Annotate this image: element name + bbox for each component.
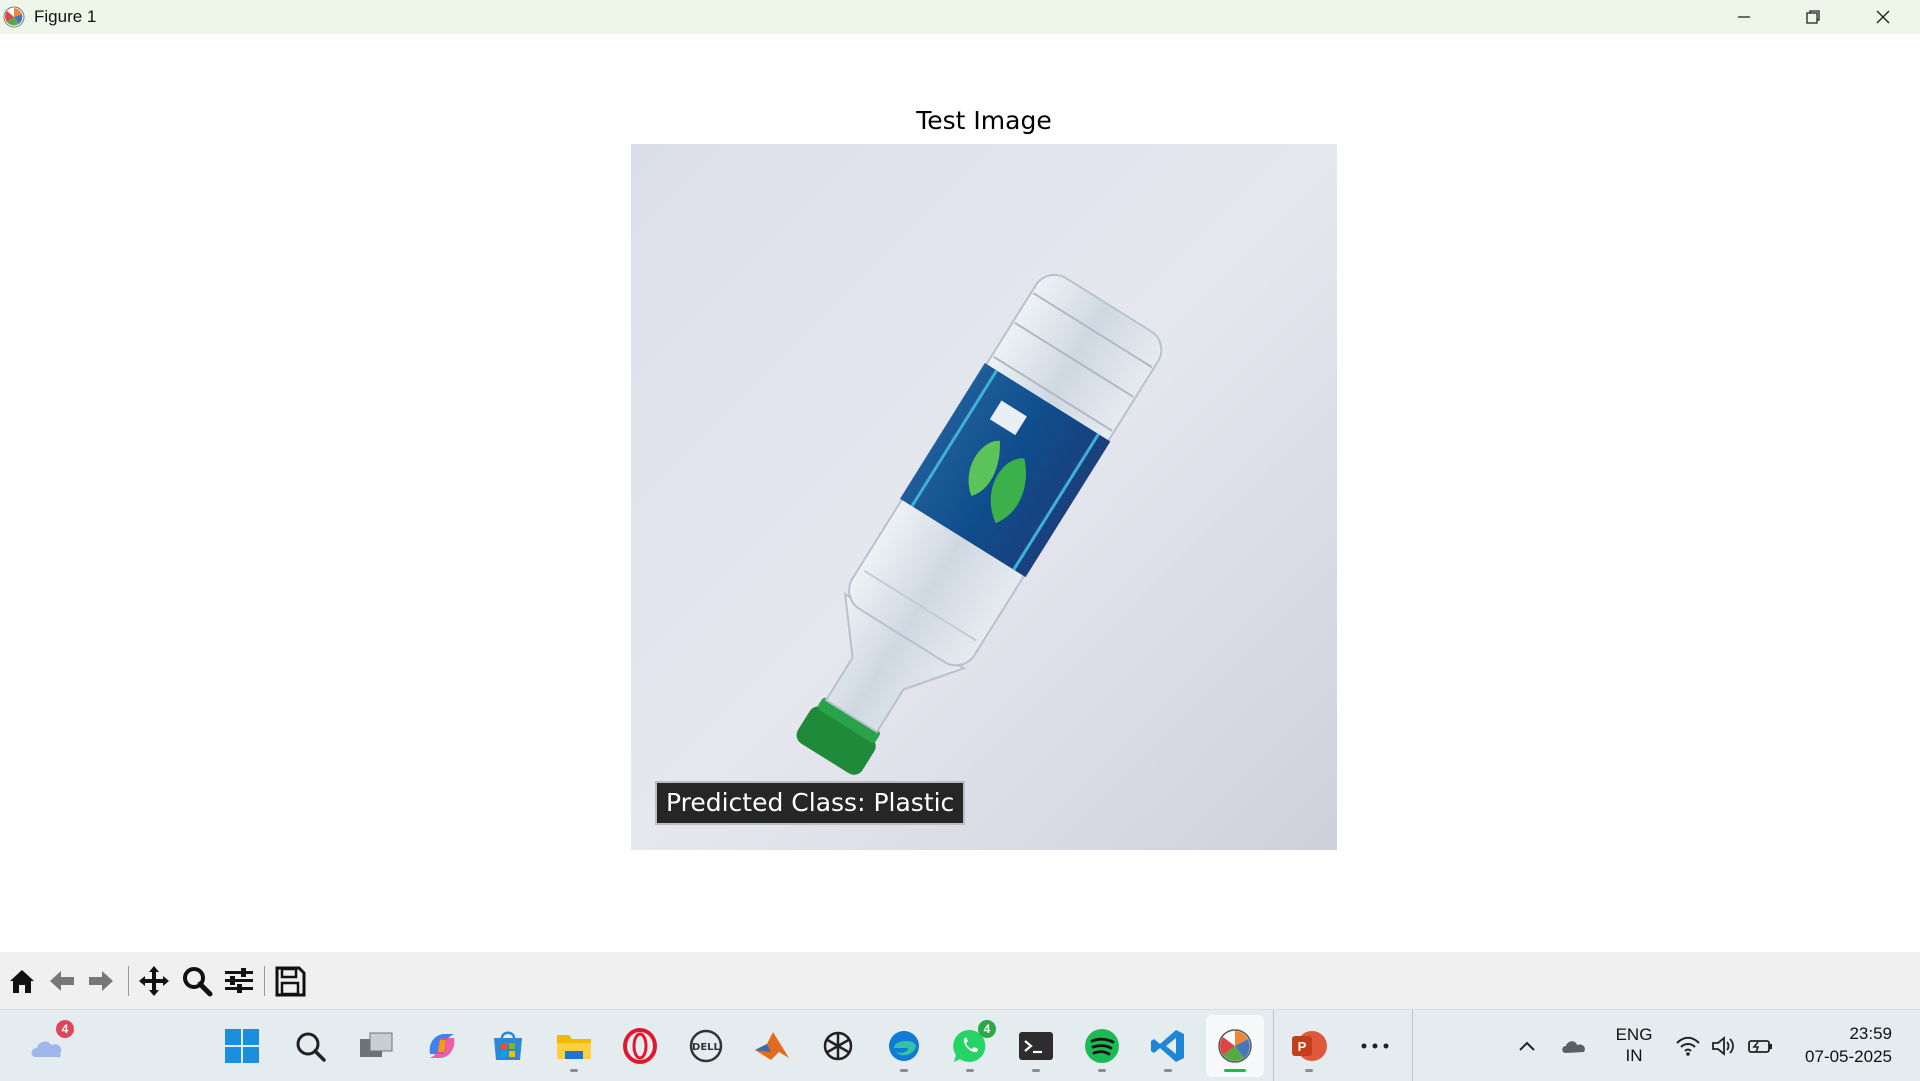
plot-title: Test Image xyxy=(916,106,1052,135)
weather-widget[interactable]: 4 xyxy=(24,1020,74,1070)
close-icon xyxy=(1876,10,1890,24)
configure-subplots-button[interactable] xyxy=(220,962,258,1000)
spotify-button[interactable] xyxy=(1078,1022,1126,1072)
file-explorer-button[interactable] xyxy=(550,1022,598,1072)
system-clock[interactable]: 23:59 07-05-2025 xyxy=(1790,1022,1892,1068)
language-indicator[interactable]: ENG IN xyxy=(1614,1024,1654,1066)
minimize-icon xyxy=(1738,16,1750,18)
test-image[interactable] xyxy=(631,144,1337,850)
running-indicator xyxy=(1032,1069,1040,1072)
matplotlib-app-icon xyxy=(3,6,25,28)
region-code: IN xyxy=(1625,1046,1643,1065)
matplotlib-figure-button[interactable] xyxy=(1211,1022,1259,1072)
home-button[interactable] xyxy=(3,962,41,1000)
chatgpt-button[interactable] xyxy=(814,1022,862,1070)
svg-text:DELL: DELL xyxy=(692,1042,721,1053)
pan-move-icon xyxy=(139,966,169,996)
terminal-icon xyxy=(1019,1032,1053,1060)
matplotlib-figure-icon xyxy=(1218,1029,1252,1063)
onedrive-button[interactable] xyxy=(1560,1032,1588,1060)
search-icon xyxy=(296,1032,326,1062)
clock-time: 23:59 xyxy=(1849,1024,1892,1043)
running-indicator xyxy=(900,1069,908,1072)
powerpoint-button[interactable]: P xyxy=(1285,1022,1333,1072)
toolbar-separator xyxy=(128,966,129,996)
forward-arrow-icon xyxy=(89,971,113,991)
save-button[interactable] xyxy=(271,962,309,1000)
windows-taskbar: 4 DELL 4 P ENG IN 23:59 07-05-2025 xyxy=(0,1009,1920,1081)
predicted-class-label: Predicted Class: Plastic xyxy=(655,781,966,825)
more-icon xyxy=(1361,1043,1389,1049)
start-button[interactable] xyxy=(218,1022,266,1070)
volume-icon xyxy=(1712,1036,1734,1056)
minimize-button[interactable] xyxy=(1710,0,1778,34)
wifi-button[interactable] xyxy=(1674,1032,1702,1060)
toolbar-separator xyxy=(264,966,265,996)
back-button[interactable] xyxy=(43,962,81,1000)
close-button[interactable] xyxy=(1849,0,1917,34)
restore-button[interactable] xyxy=(1779,0,1847,34)
show-hidden-icons-button[interactable] xyxy=(1513,1032,1541,1060)
weather-badge: 4 xyxy=(56,1020,74,1038)
back-arrow-icon xyxy=(50,971,74,991)
edge-icon xyxy=(889,1031,919,1061)
whatsapp-badge: 4 xyxy=(978,1020,996,1038)
onedrive-cloud-icon xyxy=(1562,1041,1585,1053)
language-code: ENG xyxy=(1615,1025,1653,1044)
chatgpt-icon xyxy=(823,1031,853,1061)
zoom-magnifier-icon xyxy=(183,967,213,997)
clock-date: 07-05-2025 xyxy=(1805,1047,1892,1066)
dell-button[interactable]: DELL xyxy=(682,1022,730,1070)
taskbar-separator xyxy=(1273,1010,1274,1081)
opera-icon xyxy=(623,1028,657,1064)
matlab-icon xyxy=(755,1032,789,1060)
svg-text:P: P xyxy=(1298,1039,1307,1054)
battery-button[interactable] xyxy=(1746,1032,1774,1060)
chevron-up-icon xyxy=(1519,1041,1535,1051)
running-indicator xyxy=(1098,1069,1106,1072)
search-button[interactable] xyxy=(286,1022,334,1070)
wifi-icon xyxy=(1676,1036,1700,1056)
whatsapp-button[interactable]: 4 xyxy=(946,1020,996,1072)
matlab-button[interactable] xyxy=(748,1022,796,1070)
forward-button[interactable] xyxy=(82,962,120,1000)
pan-button[interactable] xyxy=(135,962,173,1000)
running-indicator xyxy=(570,1069,578,1072)
opera-button[interactable] xyxy=(616,1022,664,1070)
active-indicator xyxy=(1224,1069,1246,1072)
save-floppy-icon xyxy=(275,966,306,997)
running-indicator xyxy=(966,1069,974,1072)
edge-button[interactable] xyxy=(880,1022,928,1072)
zoom-button[interactable] xyxy=(178,962,216,1000)
window-title: Figure 1 xyxy=(34,7,97,26)
more-apps-button[interactable] xyxy=(1351,1022,1399,1070)
microsoft-store-button[interactable] xyxy=(484,1022,532,1070)
battery-charging-icon xyxy=(1748,1040,1772,1053)
spotify-icon xyxy=(1085,1029,1119,1063)
file-explorer-icon xyxy=(557,1035,591,1059)
taskbar-separator xyxy=(1412,1010,1413,1081)
vscode-icon xyxy=(1151,1030,1184,1062)
microsoft-store-icon xyxy=(494,1031,522,1060)
task-view-button[interactable] xyxy=(352,1022,400,1070)
volume-button[interactable] xyxy=(1710,1032,1738,1060)
restore-icon xyxy=(1806,10,1820,24)
windows-start-icon xyxy=(225,1029,259,1063)
figure-toolbar xyxy=(0,952,1920,1009)
window-title-bar: Figure 1 xyxy=(0,0,1920,34)
running-indicator xyxy=(1164,1069,1172,1072)
terminal-button[interactable] xyxy=(1012,1022,1060,1072)
dell-icon: DELL xyxy=(689,1029,723,1063)
configure-subplots-icon xyxy=(225,968,253,993)
copilot-icon xyxy=(429,1034,455,1058)
powerpoint-icon: P xyxy=(1292,1031,1327,1061)
copilot-button[interactable] xyxy=(418,1022,466,1070)
vscode-button[interactable] xyxy=(1144,1022,1192,1072)
home-icon xyxy=(10,970,34,993)
running-indicator xyxy=(1305,1069,1313,1072)
task-view-icon xyxy=(360,1032,393,1057)
